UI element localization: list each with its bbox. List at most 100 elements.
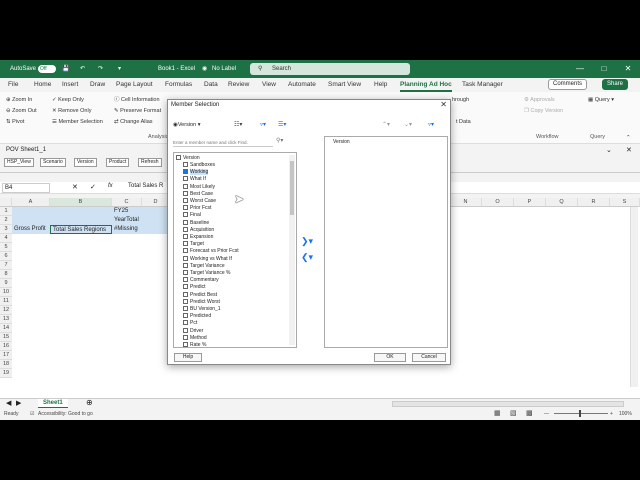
member-checkbox[interactable] [183, 219, 188, 225]
col-header-d[interactable]: D [142, 198, 170, 207]
member-checkbox[interactable] [183, 255, 188, 261]
minimize-icon[interactable]: — [568, 60, 592, 78]
next-sheet-icon[interactable]: ▶ [16, 399, 21, 407]
member-checkbox[interactable] [183, 226, 188, 232]
member-item[interactable]: Worst Case [183, 198, 216, 205]
select-all-corner[interactable] [0, 198, 12, 207]
tab-formulas[interactable]: Formulas [165, 80, 192, 90]
member-selection-button[interactable]: ☰ Member Selection [52, 118, 103, 126]
selection-filter-icon[interactable]: ▿▾ [428, 121, 434, 128]
member-checkbox[interactable] [183, 169, 188, 175]
member-item[interactable]: Working [183, 169, 209, 176]
member-checkbox[interactable] [183, 291, 188, 297]
member-checkbox[interactable] [183, 342, 188, 347]
tab-draw[interactable]: Draw [90, 80, 105, 90]
row-header[interactable]: 17 [0, 351, 12, 360]
member-item[interactable]: Pct [183, 320, 197, 327]
row-header[interactable]: 7 [0, 261, 12, 270]
col-header-b[interactable]: B [50, 198, 112, 207]
member-item[interactable]: Acquisition [183, 226, 214, 234]
row-header[interactable]: 12 [0, 306, 12, 315]
member-item[interactable]: Predict Worst [183, 298, 220, 306]
row-header[interactable]: 15 [0, 333, 12, 342]
maximize-icon[interactable]: □ [592, 60, 616, 78]
member-checkbox[interactable] [183, 234, 188, 239]
row-header[interactable]: 13 [0, 315, 12, 324]
member-checkbox[interactable] [183, 298, 188, 304]
tab-help[interactable]: Help [374, 80, 387, 90]
member-item[interactable]: Prior Fcst [183, 205, 211, 212]
row-header[interactable]: 10 [0, 288, 12, 297]
col-header-s[interactable]: S [610, 198, 640, 207]
member-checkbox[interactable] [183, 284, 188, 290]
drill-through-button[interactable]: hrough [452, 96, 469, 104]
collapse-ribbon-icon[interactable]: ⌃ [626, 134, 631, 142]
comments-button[interactable]: Comments [548, 79, 588, 90]
row-header[interactable]: 19 [0, 369, 12, 378]
selected-member[interactable]: Version [333, 139, 350, 145]
member-item[interactable]: Target [183, 241, 204, 248]
remove-from-selection-icon[interactable]: ❮▾ [301, 252, 313, 263]
tab-automate[interactable]: Automate [288, 80, 316, 90]
row-header[interactable]: 2 [0, 216, 12, 225]
col-header-a[interactable]: A [12, 198, 50, 207]
tab-review[interactable]: Review [228, 80, 249, 90]
change-alias-button[interactable]: ⇄ Change Alias [114, 118, 153, 126]
row-header[interactable]: 1 [0, 207, 12, 216]
tab-task-manager[interactable]: Task Manager [462, 80, 503, 90]
col-header-n[interactable]: N [450, 198, 482, 207]
member-item[interactable]: Method [183, 334, 207, 342]
member-item[interactable]: Predicted [183, 313, 211, 320]
member-checkbox[interactable] [183, 205, 188, 211]
formula-content[interactable]: Total Sales R [128, 183, 163, 189]
member-checkbox[interactable] [183, 241, 188, 247]
pivot-button[interactable]: ⇅ Pivot [6, 118, 24, 126]
approvals-button[interactable]: ⚙ Approvals [524, 96, 555, 104]
member-checkbox[interactable] [183, 334, 188, 340]
autosave-toggle[interactable]: Off [38, 65, 56, 73]
member-item[interactable]: Rate % [183, 342, 206, 349]
pov-hsp-view[interactable]: HSP_View [4, 158, 34, 167]
find-icon[interactable]: ⚲▾ [276, 137, 283, 144]
member-search-input[interactable]: Enter a member name and click Find. [173, 138, 273, 147]
expand-collapse-icon[interactable]: ☰▾ [278, 121, 286, 128]
query-button[interactable]: ▦ Query ▾ [588, 96, 614, 104]
keep-only-button[interactable]: ✓ Keep Only [52, 96, 84, 104]
cell-c4[interactable]: #Missing [112, 225, 142, 234]
pov-product[interactable]: Product [106, 158, 130, 167]
name-box[interactable]: B4 [2, 183, 50, 193]
page-break-view-icon[interactable]: ▩ [526, 408, 533, 420]
prev-sheet-icon[interactable]: ◀ [6, 399, 11, 407]
vertical-scrollbar[interactable] [630, 207, 638, 387]
horizontal-scrollbar[interactable] [392, 401, 624, 407]
member-item[interactable]: Commentary [183, 277, 219, 284]
pov-collapse-icon[interactable]: ⌄ [606, 146, 612, 154]
tab-file[interactable]: File [8, 80, 18, 90]
preserve-format-button[interactable]: ✎ Preserve Format [114, 107, 161, 115]
add-sheet-icon[interactable]: ⊕ [86, 398, 93, 407]
cell-b4[interactable]: Total Sales Regions [50, 225, 112, 234]
selection-pane[interactable]: Version [324, 136, 448, 348]
move-down-icon[interactable]: ⌄▾ [404, 121, 412, 128]
member-item[interactable]: Target Variance [183, 262, 225, 270]
member-item[interactable]: Best Case [183, 190, 213, 198]
member-tree[interactable]: Version Sandboxes Working What If Most Like… [173, 152, 297, 348]
zoom-level[interactable]: 100% [619, 408, 632, 420]
member-checkbox[interactable] [183, 270, 188, 275]
cell-information-button[interactable]: ⓘ Cell Information [114, 96, 160, 104]
copy-version-button[interactable]: ❐ Copy Version [524, 107, 563, 115]
member-checkbox[interactable] [183, 176, 188, 182]
member-checkbox[interactable] [183, 198, 188, 203]
search-box[interactable]: ⚲ Search [250, 63, 410, 75]
undo-icon[interactable]: ↶ [80, 60, 85, 78]
row-header[interactable]: 3 [0, 225, 12, 234]
col-header-r[interactable]: R [578, 198, 610, 207]
zoom-in-button[interactable]: ⊕ Zoom In [6, 96, 32, 104]
member-item[interactable]: Expansion [183, 234, 213, 241]
page-layout-view-icon[interactable]: ▧ [510, 408, 517, 420]
filter-icon[interactable]: ▿▾ [260, 121, 266, 128]
tab-smart-view[interactable]: Smart View [328, 80, 361, 90]
cell-c2[interactable]: FY25 [112, 207, 142, 216]
col-header-q[interactable]: Q [546, 198, 578, 207]
row-header[interactable]: 14 [0, 324, 12, 333]
